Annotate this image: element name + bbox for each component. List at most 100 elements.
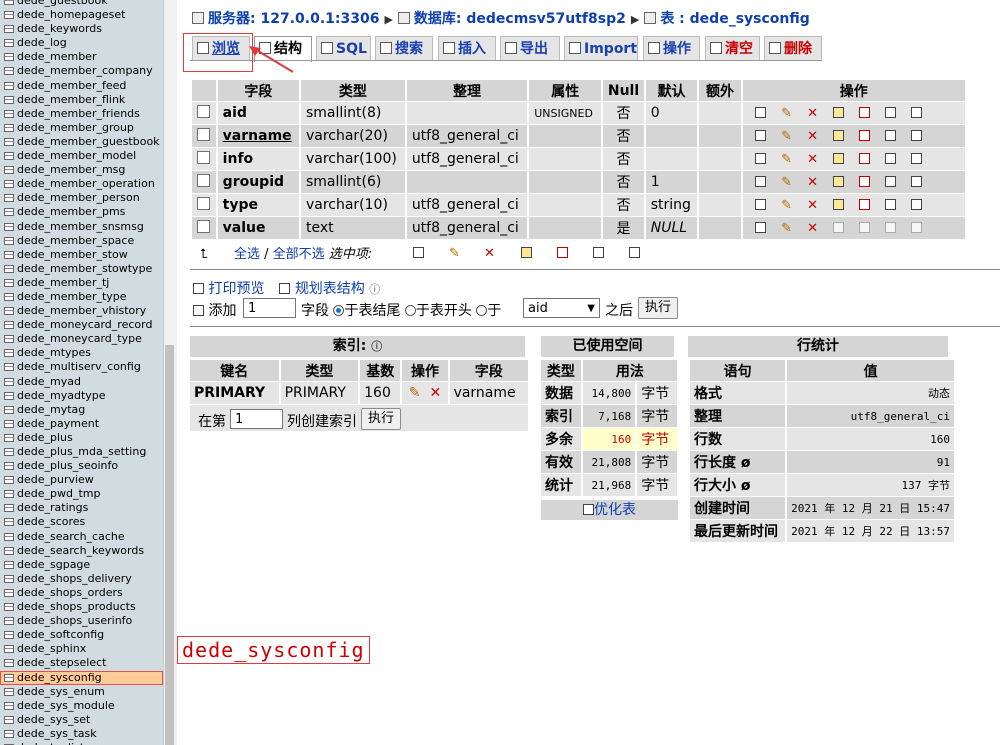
sidebar-item-dede_mtypes[interactable]: dede_mtypes bbox=[0, 346, 163, 360]
table-icon[interactable] bbox=[4, 701, 14, 710]
table-icon[interactable] bbox=[4, 349, 14, 358]
sidebar-item-dede_pwd_tmp[interactable]: dede_pwd_tmp bbox=[0, 487, 163, 501]
sidebar-item-label[interactable]: dede_plus bbox=[17, 431, 73, 444]
table-icon[interactable] bbox=[4, 321, 14, 330]
row-checkbox[interactable] bbox=[197, 220, 210, 233]
row-checkbox[interactable] bbox=[197, 151, 210, 164]
sidebar-item-label[interactable]: dede_search_cache bbox=[17, 530, 125, 543]
sidebar-item-label[interactable]: dede_homepageset bbox=[17, 8, 125, 21]
unique-icon[interactable] bbox=[852, 152, 878, 167]
table-icon[interactable] bbox=[4, 67, 14, 76]
table-icon[interactable] bbox=[4, 292, 14, 301]
sidebar-item-dede_scores[interactable]: dede_scores bbox=[0, 515, 163, 529]
field-name[interactable]: groupid bbox=[217, 171, 299, 193]
table-icon[interactable] bbox=[4, 166, 14, 175]
fulltext-icon[interactable] bbox=[904, 129, 930, 144]
row-checkbox[interactable] bbox=[197, 128, 210, 141]
table-icon[interactable] bbox=[4, 448, 14, 456]
sidebar-item-dede_sys_set[interactable]: dede_sys_set bbox=[0, 713, 163, 727]
tab-empty[interactable]: 清空 bbox=[705, 36, 760, 60]
sidebar-item-label[interactable]: dede_shops_delivery bbox=[17, 572, 132, 585]
sidebar-item-label[interactable]: dede_plus_mda_setting bbox=[17, 445, 146, 458]
sidebar-item-dede_member_stow[interactable]: dede_member_stow bbox=[0, 248, 163, 262]
sidebar-item-label[interactable]: dede_mtypes bbox=[17, 346, 91, 359]
optimize-table-link[interactable]: 优化表 bbox=[541, 500, 678, 520]
field-name[interactable]: value bbox=[217, 217, 299, 239]
table-icon[interactable] bbox=[4, 278, 14, 287]
add-field-count-input[interactable]: 1 bbox=[243, 298, 296, 318]
fulltext-icon[interactable] bbox=[904, 152, 930, 167]
sidebar-item-dede_sgpage[interactable]: dede_sgpage bbox=[0, 558, 163, 572]
sidebar-item-dede_payment[interactable]: dede_payment bbox=[0, 417, 163, 431]
fulltext-icon[interactable] bbox=[904, 175, 930, 190]
table-icon[interactable] bbox=[4, 137, 14, 146]
sidebar-item-dede_plus[interactable]: dede_plus bbox=[0, 431, 163, 445]
sidebar-item-dede_member_person[interactable]: dede_member_person bbox=[0, 191, 163, 205]
sidebar-item-dede_member_flink[interactable]: dede_member_flink bbox=[0, 93, 163, 107]
drop-icon[interactable]: ✕ bbox=[800, 221, 826, 236]
sidebar-item-dede_guestbook[interactable]: dede_guestbook bbox=[0, 0, 163, 8]
tab-sql[interactable]: SQL bbox=[316, 36, 371, 60]
field-name[interactable]: aid bbox=[217, 102, 299, 124]
table-icon[interactable] bbox=[4, 194, 14, 203]
primary-icon[interactable] bbox=[826, 106, 852, 121]
table-icon[interactable] bbox=[4, 462, 14, 471]
table-icon[interactable] bbox=[4, 518, 14, 527]
index-icon[interactable] bbox=[878, 175, 904, 190]
edit-icon[interactable]: ✎ bbox=[774, 129, 800, 144]
create-index-go-button[interactable]: 执行 bbox=[361, 408, 402, 430]
sidebar-item-label[interactable]: dede_shops_userinfo bbox=[17, 614, 132, 627]
field-name[interactable]: varname bbox=[217, 125, 299, 147]
breadcrumb-database[interactable]: 数据库: dedecmsv57utf8sp2 bbox=[414, 11, 626, 27]
browse-icon[interactable] bbox=[748, 198, 774, 213]
sidebar-item-dede_member_tj[interactable]: dede_member_tj bbox=[0, 276, 163, 290]
sidebar-item-label[interactable]: dede_moneycard_record bbox=[17, 318, 152, 331]
drop-icon[interactable]: ✕ bbox=[800, 152, 826, 167]
sidebar-item-dede_member_guestbook[interactable]: dede_member_guestbook bbox=[0, 135, 163, 149]
bulk-drop-icon[interactable]: ✕ bbox=[484, 246, 495, 261]
sidebar-item-label[interactable]: dede_member_feed bbox=[17, 79, 126, 92]
index-icon[interactable] bbox=[878, 198, 904, 213]
sidebar-item-dede_plus_seoinfo[interactable]: dede_plus_seoinfo bbox=[0, 459, 163, 473]
fulltext-icon[interactable] bbox=[904, 221, 930, 236]
table-icon[interactable] bbox=[4, 546, 14, 555]
sidebar-item-dede_member_stowtype[interactable]: dede_member_stowtype bbox=[0, 262, 163, 276]
table-icon[interactable] bbox=[4, 250, 14, 259]
sidebar-item-dede_member_feed[interactable]: dede_member_feed bbox=[0, 79, 163, 93]
bulk-browse-icon[interactable] bbox=[413, 246, 424, 261]
breadcrumb-server[interactable]: 服务器: 127.0.0.1:3306 bbox=[208, 11, 379, 27]
row-checkbox[interactable] bbox=[197, 174, 210, 187]
checkbox[interactable] bbox=[192, 217, 216, 239]
sidebar-item-dede_plus_mda_setting[interactable]: dede_plus_mda_setting bbox=[0, 445, 163, 459]
sidebar-item-dede_myad[interactable]: dede_myad bbox=[0, 375, 163, 389]
sidebar-item-dede_shops_userinfo[interactable]: dede_shops_userinfo bbox=[0, 614, 163, 628]
table-icon[interactable] bbox=[4, 0, 14, 5]
table-icon[interactable] bbox=[4, 504, 14, 513]
table-icon[interactable] bbox=[4, 490, 14, 499]
table-icon[interactable] bbox=[4, 25, 14, 34]
sidebar-item-dede_shops_orders[interactable]: dede_shops_orders bbox=[0, 586, 163, 600]
browse-icon[interactable] bbox=[748, 129, 774, 144]
table-icon[interactable] bbox=[4, 180, 14, 189]
table-icon[interactable] bbox=[4, 588, 14, 597]
sidebar-item-label[interactable]: dede_sysconfig bbox=[17, 671, 102, 684]
index-icon[interactable] bbox=[878, 129, 904, 144]
radio-at-end[interactable] bbox=[333, 305, 345, 316]
sidebar-item-label[interactable]: dede_moneycard_type bbox=[17, 332, 142, 345]
table-icon[interactable] bbox=[4, 715, 14, 724]
sidebar-item-label[interactable]: dede_member_friends bbox=[17, 107, 140, 120]
sidebar-item-dede_search_keywords[interactable]: dede_search_keywords bbox=[0, 544, 163, 558]
at-end-label[interactable]: 于表结尾 bbox=[344, 303, 400, 319]
table-icon[interactable] bbox=[4, 532, 14, 541]
sidebar-item-label[interactable]: dede_sys_task bbox=[17, 727, 97, 740]
table-icon[interactable] bbox=[4, 729, 14, 738]
sidebar-item-label[interactable]: dede_myadtype bbox=[17, 389, 106, 402]
table-icon[interactable] bbox=[4, 335, 14, 344]
table-icon[interactable] bbox=[4, 391, 14, 400]
edit-icon[interactable]: ✎ bbox=[774, 175, 800, 190]
sidebar-item-dede_keywords[interactable]: dede_keywords bbox=[0, 22, 163, 36]
sidebar-item-label[interactable]: dede_ratings bbox=[17, 501, 88, 514]
sidebar-item-dede_multiserv_config[interactable]: dede_multiserv_config bbox=[0, 360, 163, 374]
table-icon[interactable] bbox=[4, 39, 14, 48]
bulk-fulltext-icon[interactable] bbox=[629, 246, 640, 261]
